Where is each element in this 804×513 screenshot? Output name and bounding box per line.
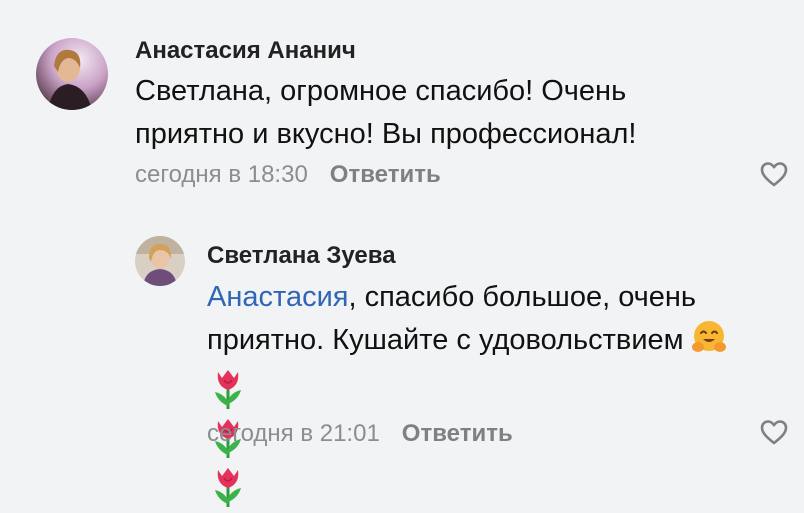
comment-text-line: Светлана, огромное спасибо! Очень xyxy=(135,75,627,107)
comment-text-line: Анастасия, спасибо большое, очень xyxy=(207,276,728,319)
comment-timestamp: сегодня в 18:30 xyxy=(135,161,308,188)
avatar-photo xyxy=(36,38,108,110)
comment-text-line: приятно и вкусно! Вы профессионал! xyxy=(135,118,637,150)
avatar-photo xyxy=(135,236,185,286)
comment-text: Светлана, огромное спасибо! Очень приятн… xyxy=(135,70,636,156)
avatar[interactable] xyxy=(135,236,185,286)
heart-outline-icon xyxy=(760,162,788,187)
hugging-face-emoji xyxy=(690,319,728,368)
comment-text: Анастасия, спасибо большое, очень приятн… xyxy=(207,276,728,368)
comment-meta: сегодня в 18:30 Ответить xyxy=(135,161,441,189)
reply-button[interactable]: Ответить xyxy=(330,161,441,188)
comment-text-fragment: , спасибо большое, очень xyxy=(348,281,697,313)
comment-text-line: приятно. Кушайте с удовольствием xyxy=(207,319,728,368)
like-button[interactable] xyxy=(759,418,789,451)
comment-author[interactable]: Анастасия Ананич xyxy=(135,37,356,65)
comment-author[interactable]: Светлана Зуева xyxy=(207,242,396,270)
comment-text-fragment: приятно. Кушайте с удовольствием xyxy=(207,324,684,356)
like-button[interactable] xyxy=(759,160,789,193)
reply-button[interactable]: Ответить xyxy=(402,420,513,447)
comment-timestamp: сегодня в 21:01 xyxy=(207,420,380,447)
avatar[interactable] xyxy=(36,38,108,110)
mention-link[interactable]: Анастасия xyxy=(207,281,348,313)
tulip-emoji xyxy=(210,366,246,415)
heart-outline-icon xyxy=(760,420,788,445)
tulip-emoji xyxy=(210,464,246,513)
comment-meta: сегодня в 21:01 Ответить xyxy=(207,420,513,448)
